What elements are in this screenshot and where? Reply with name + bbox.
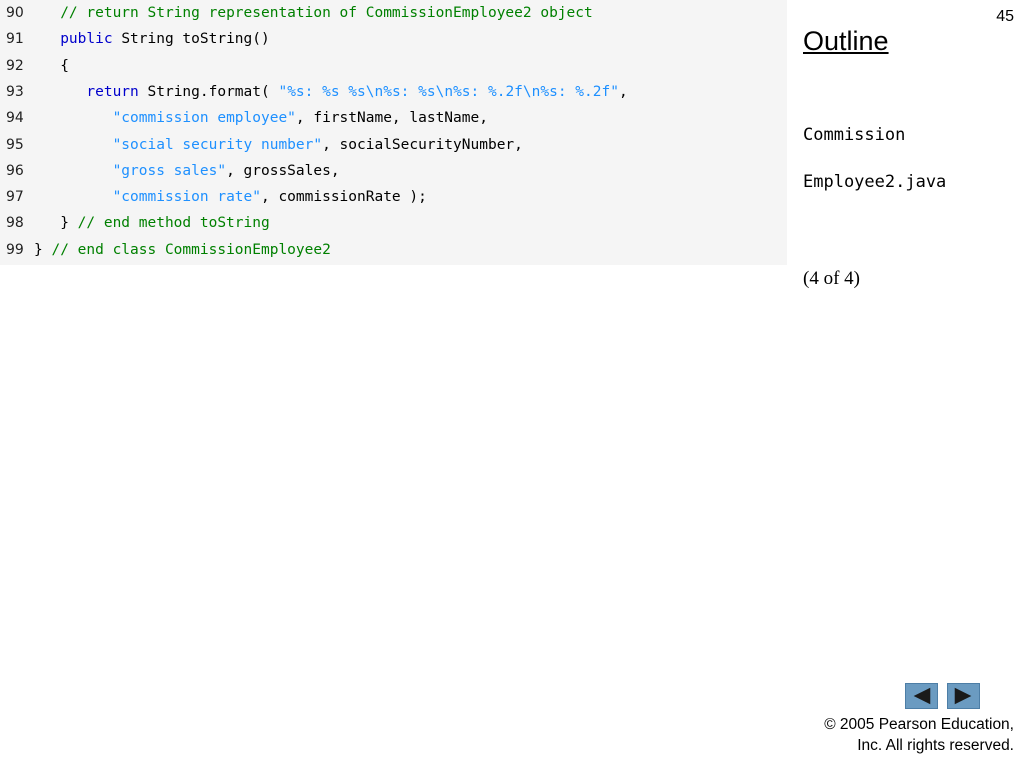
code-token-string: "commission rate" [112,189,261,206]
code-text: } // end method toString [34,210,270,236]
copyright-line-2: Inc. All rights reserved. [857,737,1014,754]
next-slide-button[interactable] [947,683,980,709]
code-token-plain: , grossSales, [226,162,340,179]
line-number: 96 [6,162,24,179]
part-indicator: (4 of 4) [803,268,860,289]
code-token-comment: // end method toString [77,215,270,232]
outline-link[interactable]: Outline [803,26,889,57]
code-token-string: "gross sales" [112,162,227,179]
code-token-comment: // end class CommissionEmployee2 [51,241,331,258]
code-text: { [34,53,69,79]
line-number: 90 [6,5,24,21]
code-token-plain: , socialSecurityNumber, [322,136,523,153]
code-token-string: "social security number" [112,136,323,153]
code-token-plain: } [34,241,52,258]
code-token-plain: } [34,215,78,232]
line-number: 95 [6,136,24,153]
copyright-notice: © 2005 Pearson Education, Inc. All right… [824,714,1014,756]
line-number: 91 [6,31,24,48]
previous-slide-button[interactable] [905,683,938,709]
code-token-string: "%s: %s %s\n%s: %s\n%s: %.2f\n%s: %.2f" [278,83,619,100]
code-token-plain: , commissionRate ); [260,189,427,206]
code-text: "commission employee", firstName, lastNa… [34,105,488,131]
triangle-left-icon [913,687,931,705]
filename-line-2: Employee2.java [803,172,947,192]
code-token-plain: String toString() [112,31,270,48]
code-text: public String toString() [34,26,270,52]
triangle-right-icon [954,687,972,705]
code-text: // return String representation of Commi… [34,0,593,26]
code-token-plain: String.format( [138,83,279,100]
code-listing: 90 // return String representation of Co… [0,0,787,265]
code-text: return String.format( "%s: %s %s\n%s: %s… [34,79,628,105]
code-token-keyword: return [86,83,139,100]
code-token-string: "commission employee" [112,110,296,127]
line-number: 97 [6,189,24,206]
line-number: 99 [6,241,24,258]
line-number: 93 [6,83,24,100]
line-number: 98 [6,215,24,232]
copyright-line-1: © 2005 Pearson Education, [824,716,1014,733]
code-token-plain: , [618,83,628,100]
line-number: 92 [6,57,24,74]
code-token-keyword: public [60,31,113,48]
filename-line-1: Commission [803,125,906,145]
code-token-comment: // return String representation of Commi… [60,5,593,21]
code-text: } // end class CommissionEmployee2 [34,237,331,263]
code-token-plain: { [34,57,69,74]
code-text: "commission rate", commissionRate ); [34,184,427,210]
code-text: "social security number", socialSecurity… [34,132,523,158]
code-text: "gross sales", grossSales, [34,158,340,184]
page-number: 45 [996,8,1014,25]
line-number: 94 [6,110,24,127]
code-token-plain: , firstName, lastName, [295,110,488,127]
